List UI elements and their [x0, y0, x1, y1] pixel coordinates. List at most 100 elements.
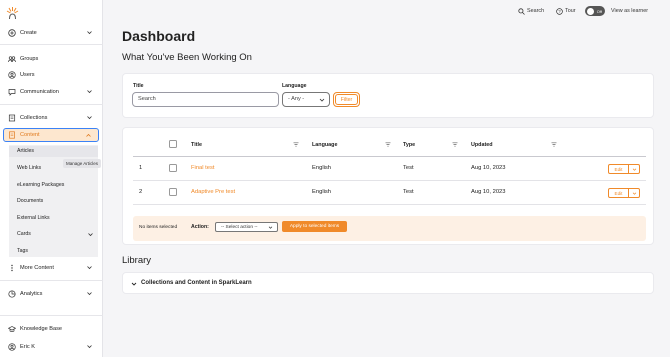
edit-dropdown-toggle[interactable]: [629, 165, 639, 173]
language-select-value: - Any -: [288, 96, 305, 102]
sidebar-item-label: More Content: [20, 264, 54, 271]
subnav-item-external-links[interactable]: External Links: [17, 215, 50, 221]
graduation-cap-icon: [8, 325, 16, 333]
edit-button[interactable]: Edit: [609, 189, 629, 197]
subnav-item-elearning-packages[interactable]: eLearning Packages: [17, 182, 64, 188]
subnav-item-cards[interactable]: Cards: [17, 231, 31, 237]
bulk-actions-bar: No items selected Action: -- Select acti…: [133, 216, 646, 241]
language-select[interactable]: - Any -: [282, 92, 330, 107]
row-number: 1: [139, 165, 143, 171]
sidebar-item-label: Content: [20, 132, 40, 138]
bulk-action-select[interactable]: -- Select action --: [215, 222, 278, 232]
sidebar-item-label: Knowledge Base: [20, 325, 62, 332]
subnav-item-tags[interactable]: Tags: [17, 248, 28, 254]
user-circle-icon: [8, 70, 16, 79]
svg-text:?: ?: [558, 9, 561, 14]
sparklearn-logo[interactable]: [6, 6, 19, 20]
sidebar-item-label: Create: [20, 29, 37, 36]
column-header-language[interactable]: Language: [312, 142, 337, 148]
sort-icon[interactable]: [293, 142, 299, 147]
row-checkbox[interactable]: [169, 188, 177, 196]
column-header-type[interactable]: Type: [403, 142, 415, 148]
sidebar-item-analytics[interactable]: Analytics: [4, 287, 99, 300]
tooltip: Manage Articles: [63, 159, 102, 168]
sidebar-item-label: Eric K: [20, 343, 35, 350]
action-label: Action:: [191, 224, 209, 230]
chevron-down-icon: [87, 345, 92, 349]
sidebar-item-communication[interactable]: Communication: [4, 85, 99, 98]
sidebar-item-label: Communication: [20, 88, 59, 95]
tour-label: Tour: [565, 8, 576, 14]
chevron-down-icon: [88, 233, 93, 237]
pie-chart-icon: [8, 289, 16, 298]
bulk-action-select-value: -- Select action --: [221, 224, 258, 230]
chevron-down-icon: [268, 226, 273, 229]
row-divider: [133, 204, 646, 205]
column-header-updated[interactable]: Updated: [471, 142, 493, 148]
section-title-working-on: What You've Been Working On: [122, 52, 252, 63]
selection-count: No items selected: [139, 225, 178, 230]
collections-icon: [8, 114, 16, 122]
edit-dropdown-toggle[interactable]: [629, 189, 639, 197]
plus-circle-icon: [8, 28, 16, 37]
chevron-down-icon: [319, 98, 325, 102]
view-as-learner-label: View as learner: [611, 8, 649, 14]
sidebar-item-label: Collections: [20, 114, 48, 121]
row-title-link[interactable]: Adaptive Pre test: [191, 189, 235, 195]
sidebar-item-create[interactable]: Create: [4, 26, 99, 39]
chat-icon: [8, 88, 16, 96]
document-icon: [8, 131, 16, 139]
section-title-library: Library: [122, 255, 152, 266]
row-edit-split-button[interactable]: Edit: [608, 164, 640, 174]
sidebar-item-knowledge-base[interactable]: Knowledge Base: [4, 322, 99, 335]
sidebar-item-collections[interactable]: Collections: [4, 111, 99, 124]
subnav-item-articles[interactable]: Articles: [9, 146, 98, 157]
sidebar-item-groups[interactable]: Groups: [4, 52, 99, 65]
chevron-down-icon: [632, 192, 636, 195]
subnav-item-documents[interactable]: Documents: [17, 198, 43, 204]
row-updated: Aug 10, 2023: [471, 165, 506, 171]
chevron-down-icon: [87, 292, 92, 296]
divider: [0, 280, 103, 281]
sidebar-item-users[interactable]: Users: [4, 68, 99, 81]
header-divider: [133, 156, 646, 157]
row-title-link[interactable]: Final test: [191, 165, 215, 171]
sidebar-item-label: Users: [20, 71, 35, 78]
view-as-learner-toggle[interactable]: Off View as learner: [585, 6, 648, 16]
search-icon: [518, 7, 525, 15]
library-accordion[interactable]: Collections and Content in SparkLearn: [122, 272, 654, 294]
sidebar-item-user-menu[interactable]: Eric K: [4, 340, 99, 353]
title-search-input[interactable]: Search: [132, 92, 279, 107]
tour-link[interactable]: ? Tour: [556, 6, 576, 16]
toggle-switch[interactable]: Off: [585, 6, 605, 16]
search-link[interactable]: Search: [518, 6, 544, 16]
search-label: Search: [527, 8, 545, 14]
sort-icon[interactable]: [452, 142, 458, 147]
chevron-down-icon: [87, 31, 92, 35]
filter-card: Title Search Language - Any - Filter: [122, 73, 654, 118]
sidebar-item-label: Groups: [20, 55, 39, 62]
divider: [0, 44, 103, 45]
edit-button[interactable]: Edit: [609, 165, 629, 173]
content-table-card: Title Language Type Updated 1 Final test…: [122, 127, 654, 245]
sidebar-item-more-content[interactable]: More Content: [4, 261, 99, 274]
filter-button[interactable]: Filter: [335, 94, 358, 105]
sort-icon[interactable]: [551, 142, 557, 147]
chevron-down-icon: [87, 116, 92, 120]
select-all-checkbox[interactable]: [169, 140, 177, 148]
sidebar-item-content[interactable]: Content: [3, 128, 99, 142]
row-divider: [133, 180, 646, 181]
row-edit-split-button[interactable]: Edit: [608, 188, 640, 198]
row-type: Test: [403, 165, 414, 171]
language-filter-label: Language: [282, 83, 307, 89]
chevron-down-icon: [632, 168, 636, 171]
subnav-item-web-links[interactable]: Web Links: [17, 165, 41, 171]
vertical-dots-icon: [8, 264, 16, 272]
row-checkbox[interactable]: [169, 164, 177, 172]
user-circle-icon: [8, 342, 16, 351]
column-header-title[interactable]: Title: [191, 142, 202, 148]
row-language: English: [312, 189, 332, 195]
chevron-up-icon: [86, 133, 91, 137]
sort-icon[interactable]: [385, 142, 391, 147]
apply-to-selected-button[interactable]: Apply to selected items: [282, 221, 347, 232]
